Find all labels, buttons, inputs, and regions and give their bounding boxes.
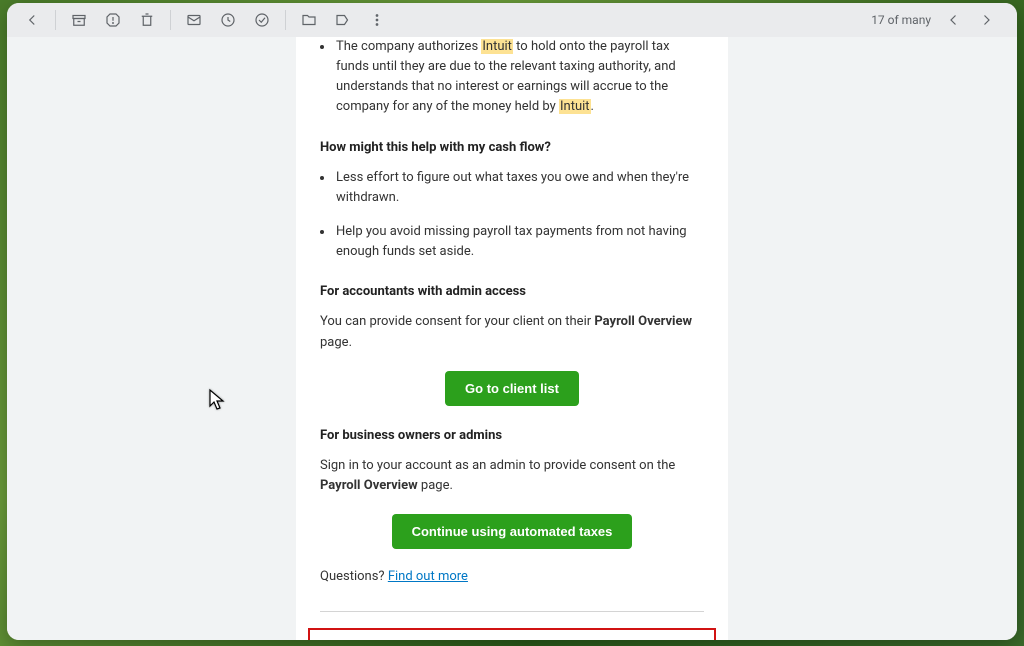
content-area: The company authorizes Intuit to hold on… [7, 37, 1017, 640]
go-to-client-list-button[interactable]: Go to client list [445, 371, 579, 406]
text: Questions? [320, 569, 388, 584]
business-text: Sign in to your account as an admin to p… [320, 456, 704, 496]
more-button[interactable] [362, 5, 392, 35]
text: You can provide consent for your client … [320, 314, 594, 329]
list-item: The company authorizes Intuit to hold on… [334, 37, 704, 118]
prev-button[interactable] [939, 5, 969, 35]
heading-cash-flow: How might this help with my cash flow? [320, 138, 704, 158]
text: page. [418, 478, 453, 493]
highlight-intuit: Intuit [559, 99, 591, 114]
questions-line: Questions? Find out more [320, 567, 704, 587]
bullet-list-authorize: The company authorizes Intuit to hold on… [334, 37, 704, 118]
app-window: 17 of many The company authorizes Intuit… [7, 3, 1017, 640]
list-item: Less effort to figure out what taxes you… [334, 168, 704, 208]
payroll-overview-bold: Payroll Overview [320, 478, 418, 493]
accountant-text: You can provide consent for your client … [320, 312, 704, 352]
report-spam-button[interactable] [98, 5, 128, 35]
add-task-button[interactable] [247, 5, 277, 35]
labels-button[interactable] [328, 5, 358, 35]
archive-button[interactable] [64, 5, 94, 35]
back-button[interactable] [17, 5, 47, 35]
email-toolbar: 17 of many [7, 3, 1017, 37]
continue-automated-taxes-button[interactable]: Continue using automated taxes [392, 514, 633, 549]
heading-accountants: For accountants with admin access [320, 282, 704, 302]
next-button[interactable] [971, 5, 1001, 35]
move-to-button[interactable] [294, 5, 324, 35]
bullet-list-cash: Less effort to figure out what taxes you… [334, 168, 704, 263]
payroll-overview-bold: Payroll Overview [594, 314, 692, 329]
delete-button[interactable] [132, 5, 162, 35]
text: The company authorizes [336, 39, 481, 54]
list-item: Help you avoid missing payroll tax payme… [334, 222, 704, 262]
heading-business-owners: For business owners or admins [320, 426, 704, 446]
pager: 17 of many [871, 5, 1001, 35]
consent-box: You're receiving this email as an admin … [308, 628, 716, 640]
mark-unread-button[interactable] [179, 5, 209, 35]
text: Sign in to your account as an admin to p… [320, 458, 675, 473]
separator [55, 10, 56, 30]
text: page. [320, 335, 352, 350]
email-container: The company authorizes Intuit to hold on… [296, 37, 728, 640]
scroll-area[interactable]: The company authorizes Intuit to hold on… [7, 37, 1017, 640]
find-out-more-link[interactable]: Find out more [388, 569, 468, 584]
separator [170, 10, 171, 30]
snooze-button[interactable] [213, 5, 243, 35]
separator [285, 10, 286, 30]
divider [320, 611, 704, 612]
page-count: 17 of many [871, 13, 931, 27]
text: . [591, 99, 594, 114]
highlight-intuit: Intuit [481, 39, 513, 54]
